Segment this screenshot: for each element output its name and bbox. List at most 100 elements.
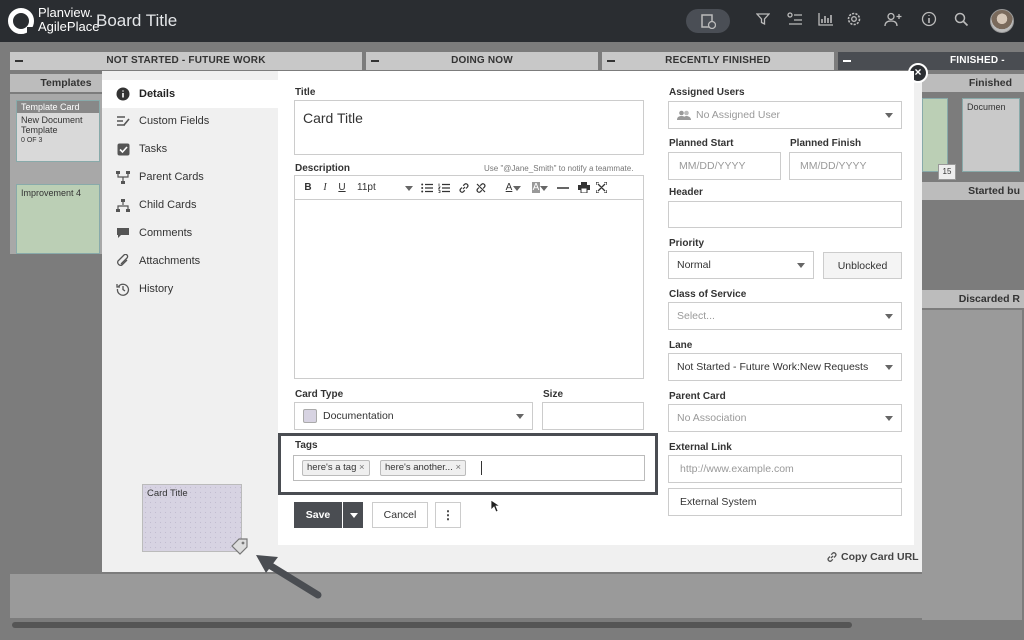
add-card-button[interactable] <box>686 9 730 33</box>
highlight-button[interactable]: A <box>523 180 549 196</box>
collapse-icon[interactable] <box>607 60 615 62</box>
tag-label: here's another... <box>385 462 453 473</box>
board-title[interactable]: Board Title <box>96 11 177 31</box>
horizontal-rule-button[interactable] <box>555 180 571 196</box>
avatar[interactable] <box>990 9 1014 33</box>
close-icon: × <box>914 65 922 79</box>
chart-icon[interactable] <box>818 12 834 26</box>
template-card[interactable]: Template Card New Document Template 0 OF… <box>16 100 100 162</box>
external-system-field[interactable]: External System <box>668 488 902 516</box>
column-title: RECENTLY FINISHED <box>665 55 771 66</box>
tag-chip[interactable]: here's a tag × <box>302 460 370 476</box>
nav-custom-fields[interactable]: Custom Fields <box>116 112 209 130</box>
collapse-icon[interactable] <box>15 60 23 62</box>
tags-input[interactable]: here's a tag × here's another... × <box>293 455 645 481</box>
planned-start-field[interactable]: MM/DD/YYYY <box>668 152 781 180</box>
numbered-list-button[interactable] <box>436 180 452 196</box>
info-icon[interactable] <box>921 11 937 27</box>
nav-child-cards[interactable]: Child Cards <box>116 196 196 214</box>
size-field[interactable] <box>542 402 644 430</box>
column-header[interactable]: NOT STARTED - FUTURE WORK <box>10 52 362 70</box>
document-card[interactable]: Documen <box>962 98 1020 172</box>
lane-select[interactable]: Not Started - Future Work:New Requests <box>668 353 902 381</box>
description-label: Description <box>295 163 351 174</box>
lane-header-discarded[interactable]: Discarded R <box>922 290 1024 308</box>
nav-label: Child Cards <box>139 199 197 211</box>
text-color-button[interactable]: A <box>496 180 522 196</box>
column-title: NOT STARTED - FUTURE WORK <box>106 55 266 66</box>
gear-icon[interactable] <box>846 11 862 27</box>
nav-label: Comments <box>139 227 193 239</box>
column-header[interactable]: DOING NOW <box>366 52 598 70</box>
cancel-button[interactable]: Cancel <box>372 502 428 528</box>
column-header[interactable]: FINISHED - <box>838 52 1024 70</box>
rich-text-toolbar: B I U 11pt A A <box>294 175 644 199</box>
copy-card-url-link[interactable]: Copy Card URL <box>826 551 919 563</box>
parent-card-select[interactable]: No Association <box>668 404 902 432</box>
assigned-users-select[interactable]: No Assigned User <box>668 101 902 129</box>
lane <box>10 574 1020 618</box>
planned-finish-field[interactable]: MM/DD/YYYY <box>789 152 902 180</box>
print-button[interactable] <box>576 180 592 196</box>
tag-remove-icon[interactable]: × <box>359 462 365 473</box>
nav-tasks[interactable]: Tasks <box>116 140 167 158</box>
tag-label: here's a tag <box>307 462 357 473</box>
link-button[interactable] <box>456 180 472 196</box>
tag-chip[interactable]: here's another... × <box>380 460 467 476</box>
collapse-icon[interactable] <box>843 60 851 62</box>
board-card[interactable] <box>922 98 948 172</box>
external-link-label: External Link <box>669 442 732 453</box>
horizontal-scrollbar[interactable] <box>12 622 852 628</box>
collapse-icon[interactable] <box>371 60 379 62</box>
card-title: Improvement 4 <box>21 188 82 198</box>
planned-finish-label: Planned Finish <box>790 138 862 149</box>
checkbox-icon <box>116 142 130 156</box>
nav-attachments[interactable]: Attachments <box>116 252 200 270</box>
lane-header-finished[interactable]: Finished <box>922 74 1024 92</box>
comment-icon <box>116 226 130 240</box>
search-icon[interactable] <box>954 12 969 27</box>
nav-parent-cards[interactable]: Parent Cards <box>116 168 204 186</box>
save-options-button[interactable] <box>343 502 363 528</box>
title-field[interactable]: Card Title <box>294 100 644 155</box>
chevron-down-icon <box>540 185 548 191</box>
chevron-down-icon <box>885 416 893 421</box>
filter-icon[interactable] <box>756 12 770 26</box>
fullscreen-button[interactable] <box>593 180 609 196</box>
nav-history[interactable]: History <box>116 280 173 298</box>
tag-remove-icon[interactable]: × <box>455 462 461 473</box>
card-preview[interactable]: Card Title <box>142 484 242 552</box>
external-link-field[interactable]: http://www.example.com <box>668 455 902 483</box>
class-of-service-select[interactable]: Select... <box>668 302 902 330</box>
blocked-toggle-button[interactable]: Unblocked <box>823 252 902 279</box>
card-add-icon <box>701 14 716 29</box>
improvement-card[interactable]: Improvement 4 <box>16 184 100 254</box>
header-field[interactable] <box>668 201 902 228</box>
font-size-value: 11pt <box>357 182 376 193</box>
font-size-select[interactable]: 11pt <box>357 182 415 193</box>
column-header[interactable]: RECENTLY FINISHED <box>602 52 834 70</box>
nav-details[interactable]: Details <box>116 85 175 103</box>
bullet-list-button[interactable] <box>419 180 435 196</box>
list-icon[interactable] <box>787 12 803 26</box>
horizontal-rule-icon <box>557 186 569 189</box>
italic-button[interactable]: I <box>317 180 333 196</box>
nav-comments[interactable]: Comments <box>116 224 192 242</box>
priority-value: Normal <box>677 259 711 271</box>
unlink-button[interactable] <box>473 180 489 196</box>
card-type-select[interactable]: Documentation <box>294 402 533 430</box>
save-button[interactable]: Save <box>294 502 342 528</box>
card-type-value: Documentation <box>323 410 394 422</box>
priority-select[interactable]: Normal <box>668 251 814 279</box>
parent-card-value: No Association <box>677 412 747 424</box>
lane-header-started[interactable]: Started bu <box>922 182 1024 200</box>
bold-button[interactable]: B <box>300 180 316 196</box>
logo-text: Planview. AgilePlace <box>38 6 99 34</box>
underline-button[interactable]: U <box>334 180 350 196</box>
description-editor[interactable] <box>294 199 644 379</box>
add-user-icon[interactable] <box>884 12 902 27</box>
mouse-cursor-icon <box>490 499 500 513</box>
assigned-users-value: No Assigned User <box>696 109 781 121</box>
paperclip-icon <box>116 254 130 268</box>
more-options-button[interactable]: ⋮ <box>435 502 461 528</box>
